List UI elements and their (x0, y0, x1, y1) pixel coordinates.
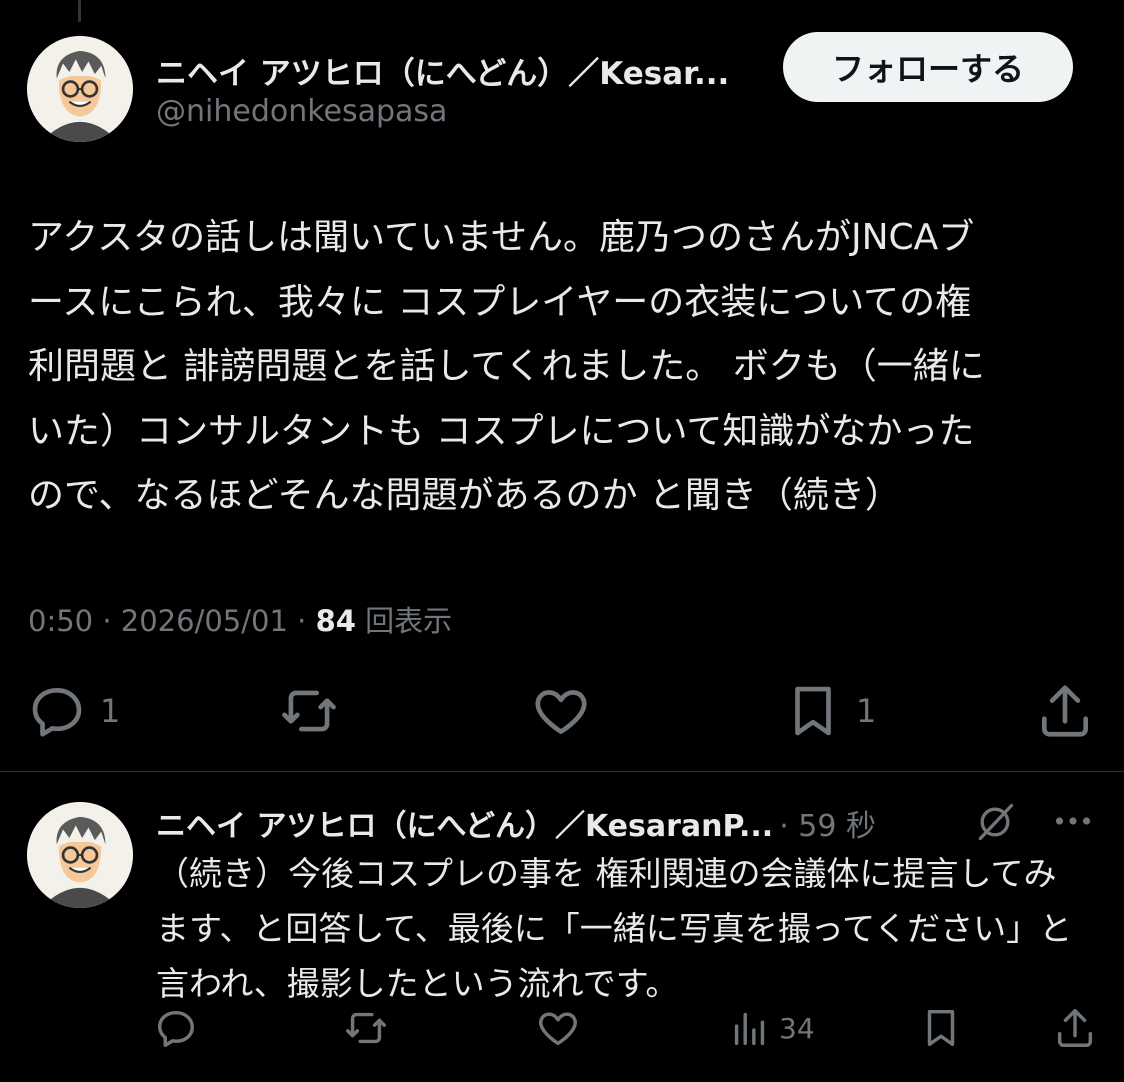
reply-header: ニヘイ アツヒロ（にへどん）／KesaranP... · 59 秒 (156, 801, 936, 845)
heart-icon (535, 690, 587, 734)
tweet-text-line: ので、なるほどそんな問題があるのか と聞き（続き） (28, 475, 901, 516)
reply-bookmark-button[interactable] (918, 1005, 964, 1051)
reply-icon (157, 1010, 195, 1047)
tweet-meta: 0:50 · 2026/05/01 · 84 回表示 (28, 598, 452, 640)
share-button[interactable] (1034, 680, 1096, 742)
like-button[interactable] (530, 680, 604, 742)
reply-view-count: 34 (779, 1011, 815, 1045)
reply-time[interactable]: · 59 秒 (779, 801, 876, 845)
avatar-illustration (27, 36, 133, 142)
reply-like-button[interactable] (535, 1005, 581, 1051)
retweet-icon (346, 1012, 386, 1044)
bookmark-button[interactable]: 1 (782, 680, 876, 742)
share-icon (1057, 1009, 1093, 1047)
reply-share-button[interactable] (1052, 1005, 1098, 1051)
reply-author-name[interactable]: ニヘイ アツヒロ（にへどん）／KesaranP... (156, 801, 773, 845)
retweet-icon (282, 690, 336, 732)
analytics-icon (734, 1012, 765, 1046)
separator: · (102, 604, 112, 638)
bookmark-icon (927, 1009, 955, 1047)
reply-count: 1 (100, 692, 121, 730)
retweet-button[interactable] (278, 680, 352, 742)
thread-connector (78, 0, 81, 22)
tweet-date[interactable]: 2026/05/01 (121, 604, 288, 638)
author-handle[interactable]: @nihedonkesapasa (156, 94, 447, 129)
action-bar: 1 1 (0, 680, 1124, 746)
avatar-illustration (27, 802, 133, 908)
share-icon (1042, 685, 1088, 737)
view-label: 回表示 (365, 604, 453, 638)
author-name[interactable]: ニヘイ アツヒロ（にへどん）／Kesar... (156, 48, 756, 93)
follow-button[interactable]: フォローする (783, 32, 1073, 102)
view-count: 84 (315, 604, 356, 638)
bookmark-count: 1 (856, 692, 877, 730)
tweet-text-line: アクスタの話しは聞いていません。鹿乃つのさんがJNCAブ (28, 217, 975, 258)
reply-avatar[interactable] (27, 802, 133, 908)
more-icon[interactable] (1050, 806, 1096, 836)
tweet-text-line: 利問題と 誹謗問題とを話してくれました。 ボクも（一緒に (28, 346, 985, 387)
reply-text-line: 言われ、撮影したという流れです。 (156, 964, 679, 1003)
reply-icon (32, 688, 82, 737)
reply-text-line: ます、と回答して、最後に「一緒に写真を撮ってください」と (156, 909, 1073, 948)
reply-text: （続き）今後コスプレの事を 権利関連の会議体に提言してみ ます、と回答して、最後… (156, 846, 1116, 1011)
divider (0, 771, 1124, 772)
tweet-time[interactable]: 0:50 (28, 604, 93, 638)
reply-text-line: （続き）今後コスプレの事を 権利関連の会議体に提言してみ (156, 854, 1057, 893)
separator: · (297, 604, 307, 638)
tweet-text-line: ースにこられ、我々に コスプレイヤーの衣装についての権 (28, 281, 972, 323)
bookmark-icon (795, 686, 831, 736)
tweet-text-line: いた）コンサルタントも コスプレについて知識がなかった (28, 410, 975, 452)
reply-button[interactable]: 1 (26, 680, 120, 742)
grok-icon[interactable] (972, 800, 1018, 844)
avatar[interactable] (27, 36, 133, 142)
tweet-text: アクスタの話しは聞いていません。鹿乃つのさんがJNCAブ ースにこられ、我々に … (28, 206, 1098, 529)
reply-action-bar: 34 (0, 1005, 1124, 1057)
reply-reply-button[interactable] (153, 1005, 199, 1051)
reply-analytics-button[interactable]: 34 (727, 1005, 815, 1051)
reply-retweet-button[interactable] (343, 1005, 389, 1051)
heart-icon (539, 1012, 577, 1046)
